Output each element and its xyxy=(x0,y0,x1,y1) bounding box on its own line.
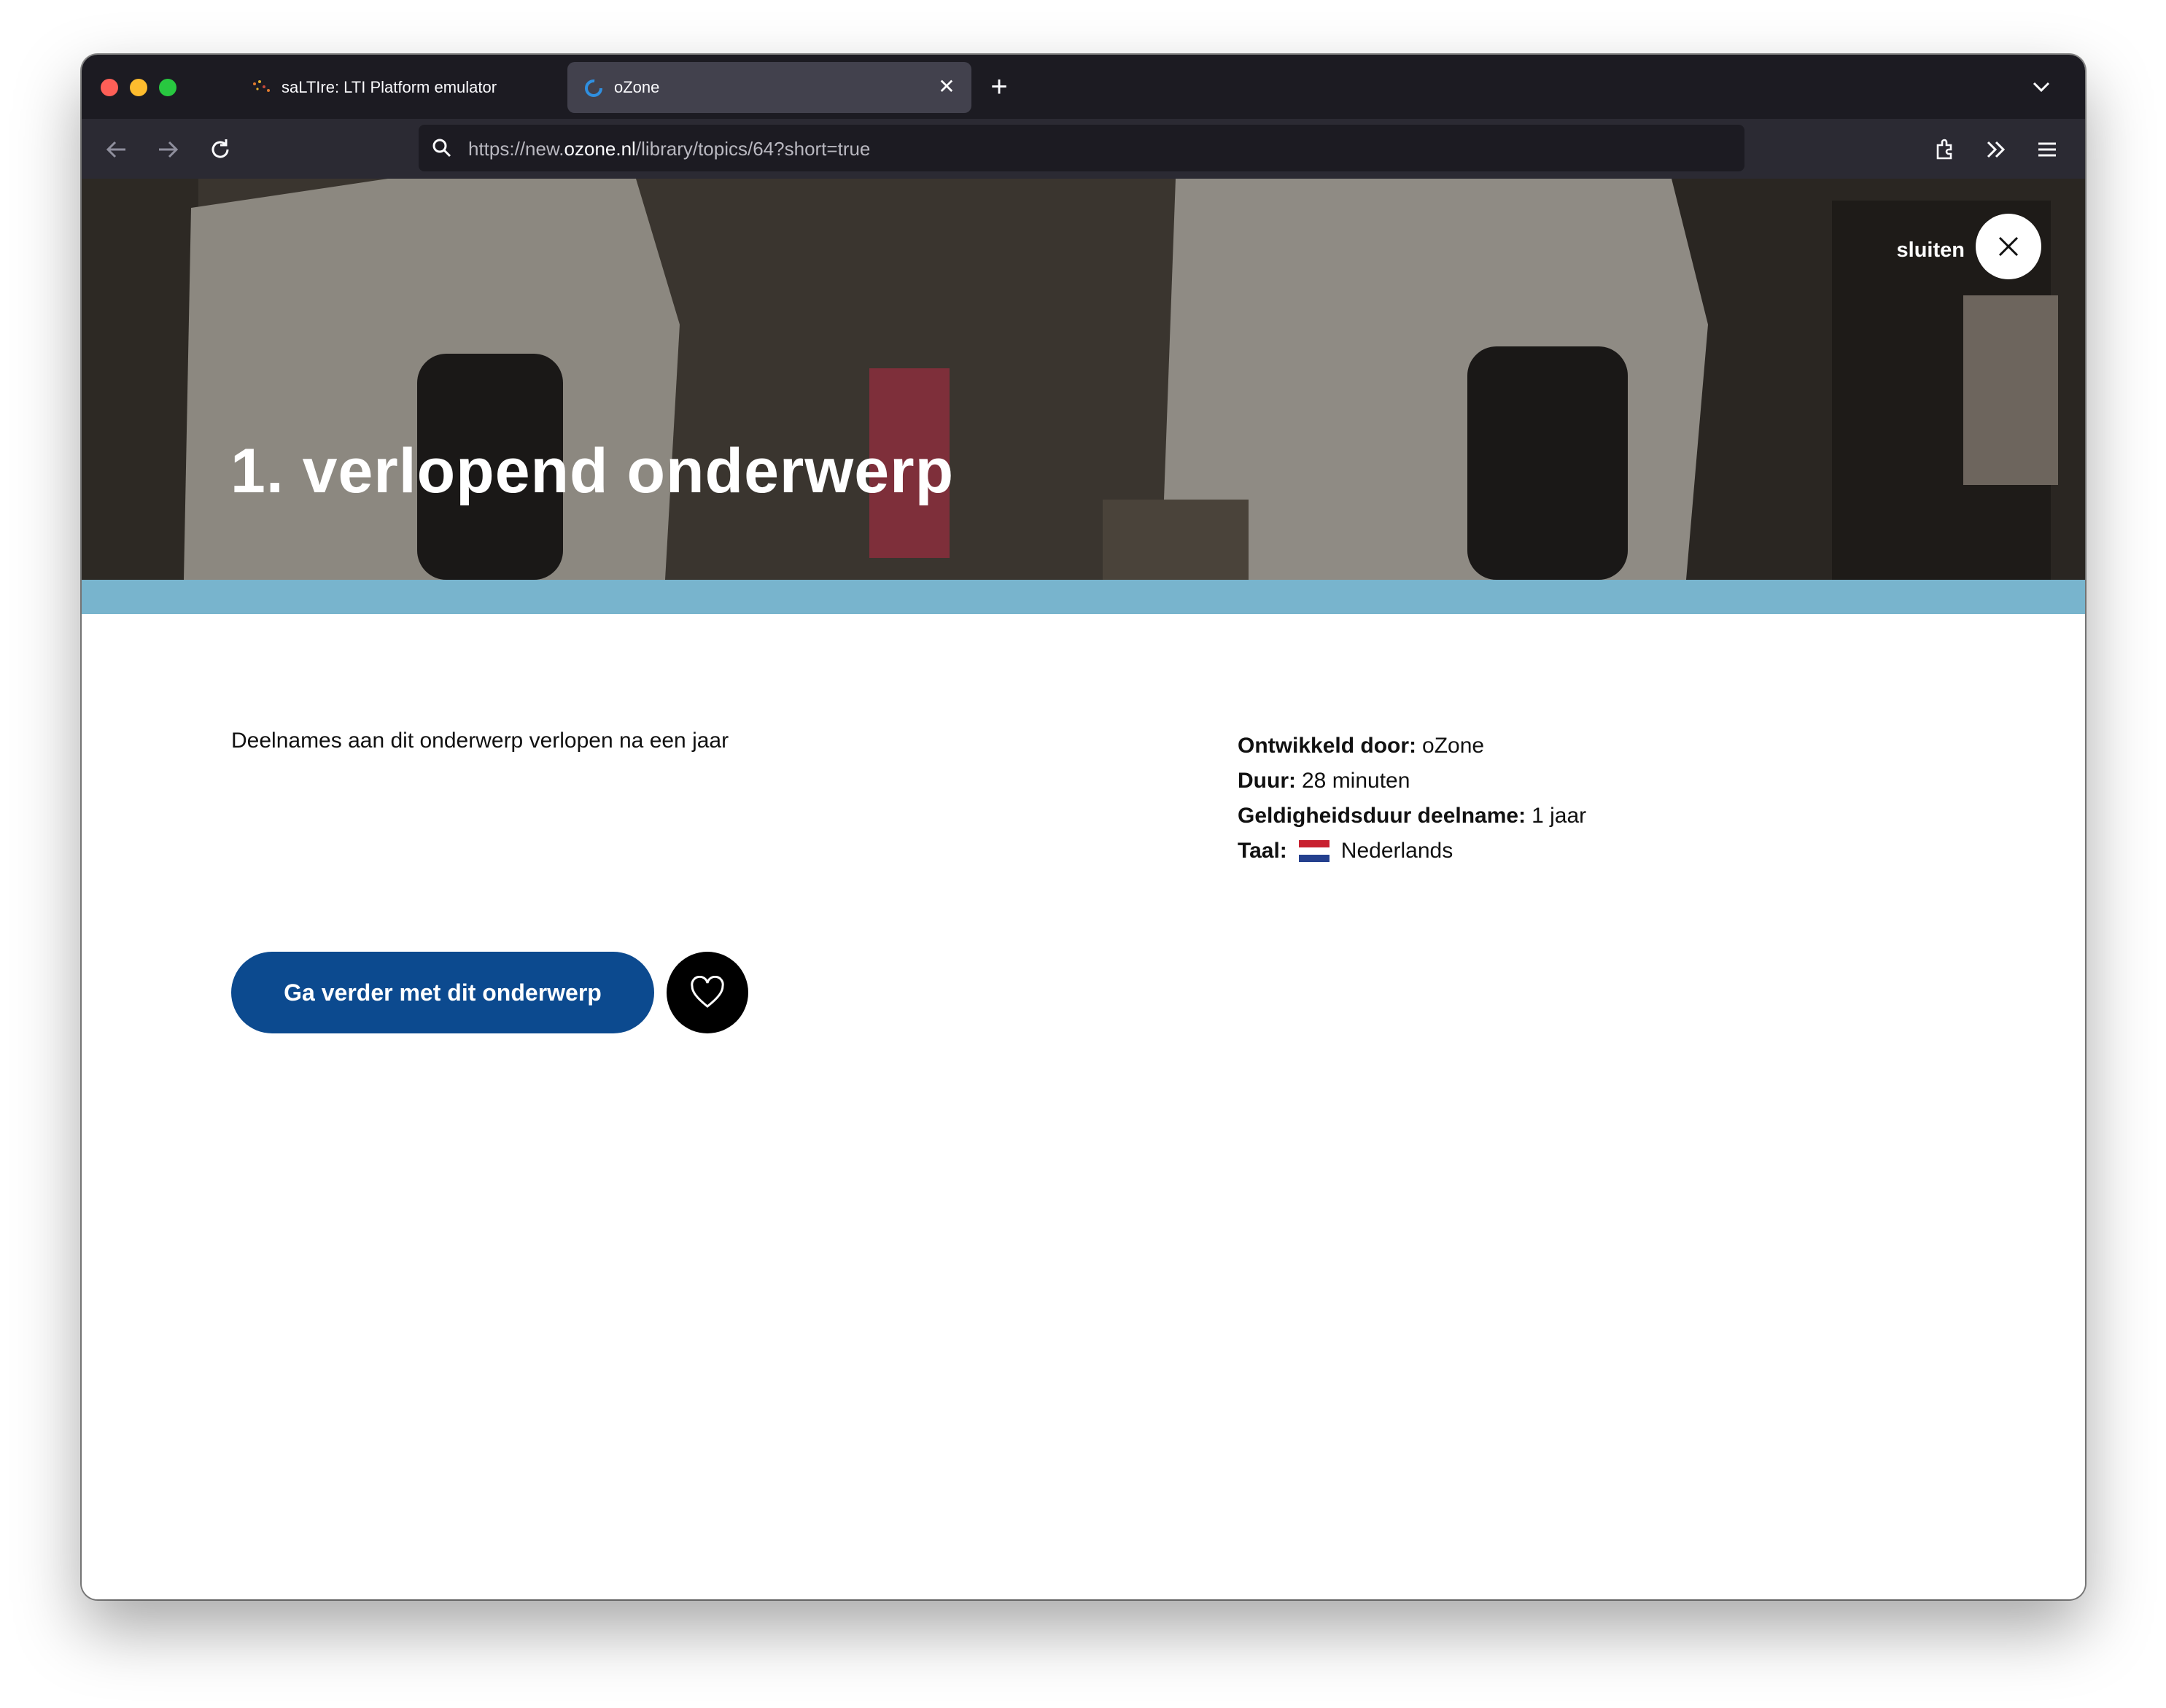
close-button[interactable] xyxy=(1976,214,2041,279)
hero-photo xyxy=(82,179,2085,580)
close-icon xyxy=(1998,236,2019,257)
meta-duration: Duur: 28 minuten xyxy=(1238,769,1410,793)
overflow-icon[interactable] xyxy=(1980,133,2012,166)
ozone-favicon-icon xyxy=(585,79,602,97)
topic-description: Deelnames aan dit onderwerp verlopen na … xyxy=(231,729,729,753)
navigation-bar: https://new.ozone.nl/library/topics/64?s… xyxy=(82,119,2085,179)
tab-close-icon[interactable]: ✕ xyxy=(935,75,958,98)
hero-banner: 1. verlopend onderwerp sluiten xyxy=(82,179,2085,580)
back-icon[interactable] xyxy=(101,133,133,166)
extensions-icon[interactable] xyxy=(1929,133,1961,166)
saltire-favicon-icon xyxy=(253,80,270,92)
close-window-button[interactable] xyxy=(101,79,118,96)
browser-window: saLTIre: LTI Platform emulator ✕ oZone ✕… xyxy=(82,55,2085,1599)
address-bar[interactable]: https://new.ozone.nl/library/topics/64?s… xyxy=(419,125,1744,171)
reload-icon[interactable] xyxy=(204,133,236,166)
tab-bar: saLTIre: LTI Platform emulator ✕ oZone ✕… xyxy=(82,55,2085,119)
url-text: https://new.ozone.nl/library/topics/64?s… xyxy=(468,138,871,160)
flag-nl-icon xyxy=(1298,840,1330,862)
hero-accent-band xyxy=(82,580,2085,614)
meta-developer: Ontwikkeld door: oZone xyxy=(1238,734,1485,758)
close-label[interactable]: sluiten xyxy=(1897,238,1965,263)
continue-topic-button[interactable]: Ga verder met dit onderwerp xyxy=(231,952,654,1033)
meta-validity: Geldigheidsduur deelname: 1 jaar xyxy=(1238,804,1587,828)
search-icon xyxy=(432,139,451,158)
heart-icon xyxy=(691,976,724,1008)
page-title: 1. verlopend onderwerp xyxy=(230,436,955,506)
minimize-window-button[interactable] xyxy=(130,79,147,96)
forward-icon[interactable] xyxy=(152,133,184,166)
tab-title: oZone xyxy=(614,78,660,96)
tab-title: saLTIre: LTI Platform emulator xyxy=(282,78,497,96)
page-content: 1. verlopend onderwerp sluiten Deelnames… xyxy=(82,179,2085,1599)
new-tab-button[interactable]: + xyxy=(983,71,1015,103)
chevron-down-icon[interactable] xyxy=(2027,72,2056,101)
tab-ozone[interactable]: oZone ✕ xyxy=(567,62,971,113)
topic-meta: Ontwikkeld door: oZone Duur: 28 minuten Ge… xyxy=(1238,729,1586,869)
favorite-button[interactable] xyxy=(667,952,748,1033)
meta-language: Taal: Nederlands xyxy=(1238,839,1453,863)
menu-icon[interactable] xyxy=(2031,133,2063,166)
zoom-window-button[interactable] xyxy=(159,79,176,96)
